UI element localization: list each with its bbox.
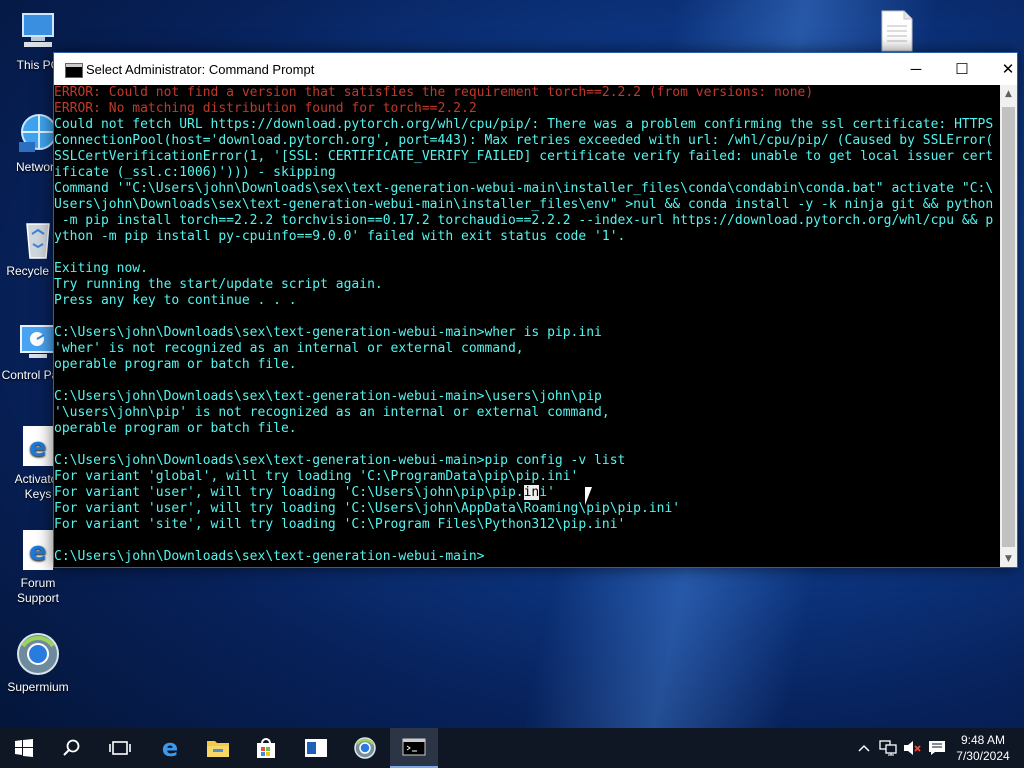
network-icon[interactable]: [877, 728, 899, 768]
console-line: For variant 'user', will try loading 'C:…: [54, 501, 681, 516]
window-title: Select Administrator: Command Prompt: [86, 62, 315, 77]
clock-time: 9:48 AM: [960, 733, 1006, 747]
console-line: For variant 'global', will try loading '…: [54, 469, 579, 484]
clock-date: 7/30/2024: [956, 749, 1010, 763]
app-icon[interactable]: [292, 728, 340, 768]
console-line: C:\Users\john\Downloads\sex\text-generat…: [54, 325, 602, 340]
console-line: Exiting now.: [54, 261, 148, 276]
computer-icon: [15, 10, 61, 54]
minimize-icon: ─: [910, 60, 922, 78]
console-error-line: ERROR: Could not find a version that sat…: [54, 85, 814, 100]
maximize-icon: ☐: [955, 61, 969, 78]
command-prompt-icon[interactable]: [390, 728, 438, 768]
svg-text:e: e: [29, 433, 47, 463]
console-error-line: ERROR: No matching distribution found fo…: [54, 101, 477, 116]
chevron-up-icon[interactable]: [853, 728, 875, 768]
console-line: Users\john\Downloads\sex\text-generation…: [54, 197, 994, 212]
console-line: Try running the start/update script agai…: [54, 277, 383, 292]
task-view-icon[interactable]: [96, 728, 144, 768]
supermium-icon: [15, 632, 61, 676]
console-line: ConnectionPool(host='download.pytorch.or…: [54, 133, 994, 148]
console-line: 'wher' is not recognized as an internal …: [54, 341, 524, 356]
console-line: C:\Users\john\Downloads\sex\text-generat…: [54, 549, 485, 564]
scrollbar-thumb[interactable]: [1002, 107, 1015, 547]
volume-muted-icon[interactable]: [901, 728, 923, 768]
supermium-icon[interactable]: [341, 728, 389, 768]
vertical-scrollbar[interactable]: ▲ ▼: [1000, 85, 1017, 567]
window-titlebar[interactable]: Select Administrator: Command Prompt ─ ☐…: [54, 53, 1017, 85]
edge-icon[interactable]: e: [146, 728, 194, 768]
desktop-icon-label: Forum Support: [16, 576, 60, 605]
console-line: ificate (_ssl.c:1006)'))) - skipping: [54, 165, 336, 180]
console-line: Press any key to continue . . .: [54, 293, 297, 308]
console-line: ython -m pip install py-cpuinfo==9.0.0' …: [54, 229, 626, 244]
console-line: operable program or batch file.: [54, 421, 297, 436]
console-line: operable program or batch file.: [54, 357, 297, 372]
console-line: SSLCertVerificationError(1, '[SSL: CERTI…: [54, 149, 994, 164]
taskbar: e 9:48 AM 7/30/2024: [0, 728, 1024, 768]
scroll-up-icon[interactable]: ▲: [1000, 85, 1017, 102]
console-line: Could not fetch URL https://download.pyt…: [54, 117, 994, 132]
desktop-icon-supermium[interactable]: Supermium: [0, 632, 76, 695]
console-line: For variant 'user', will try loading 'C:…: [54, 485, 555, 500]
search-icon[interactable]: [48, 728, 96, 768]
text-selection: in: [523, 485, 540, 500]
close-button[interactable]: ✕: [985, 53, 1024, 85]
minimize-button[interactable]: ─: [893, 53, 939, 85]
console-line: -m pip install torch==2.2.2 torchvision=…: [54, 213, 994, 228]
console-line: Command '"C:\Users\john\Downloads\sex\te…: [54, 181, 994, 196]
close-icon: ✕: [1001, 61, 1015, 78]
windows-start-icon[interactable]: [0, 728, 48, 768]
store-icon[interactable]: [242, 728, 290, 768]
maximize-button[interactable]: ☐: [939, 53, 985, 85]
console-output[interactable]: ERROR: Could not find a version that sat…: [54, 85, 1000, 567]
system-clock[interactable]: 9:48 AM 7/30/2024: [944, 732, 1022, 764]
scroll-down-icon[interactable]: ▼: [1000, 550, 1017, 567]
mouse-pointer-icon: [585, 487, 592, 505]
console-line: C:\Users\john\Downloads\sex\text-generat…: [54, 453, 626, 468]
console-line: For variant 'site', will try loading 'C:…: [54, 517, 626, 532]
command-prompt-window[interactable]: Select Administrator: Command Prompt ─ ☐…: [53, 52, 1018, 568]
desktop-icon-label: Supermium: [7, 680, 69, 694]
console-line: C:\Users\john\Downloads\sex\text-generat…: [54, 389, 602, 404]
svg-text:e: e: [29, 537, 47, 567]
console-line: '\users\john\pip' is not recognized as a…: [54, 405, 610, 420]
command-prompt-icon: [65, 63, 83, 78]
document-icon[interactable]: [880, 10, 914, 52]
file-explorer-icon[interactable]: [194, 728, 242, 768]
